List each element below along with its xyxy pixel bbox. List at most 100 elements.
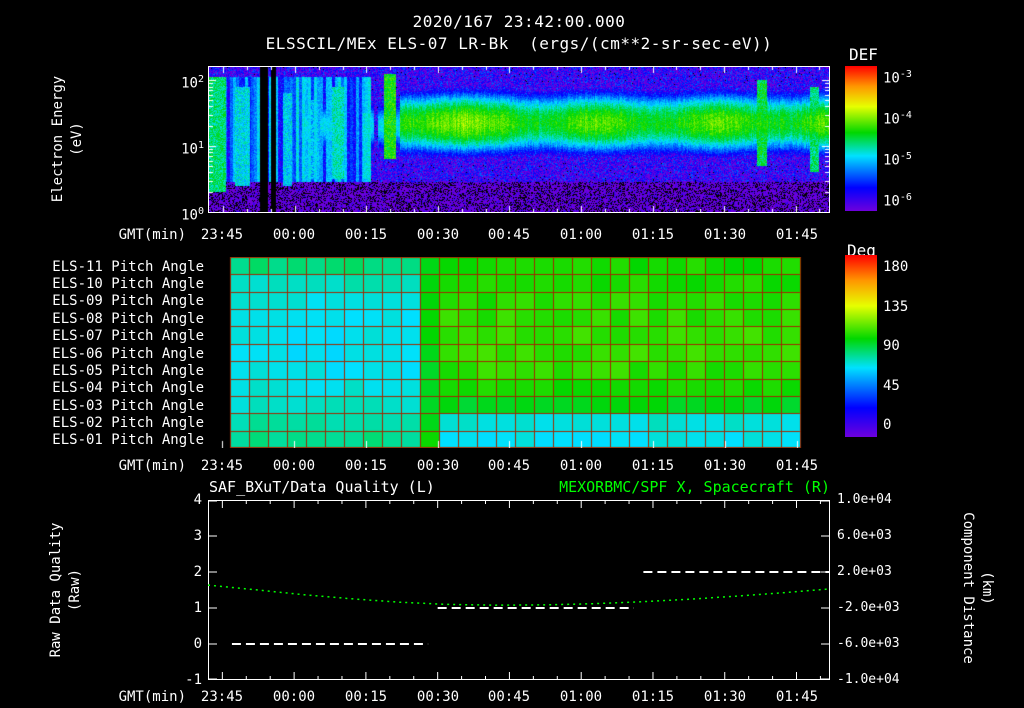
pitch-row-label-els-07: ELS-07 Pitch Angle bbox=[52, 328, 204, 344]
xtick-spectrogram-xaxis-00:45: 00:45 bbox=[487, 227, 531, 243]
xtick-pitch-xaxis-00:00: 00:00 bbox=[272, 458, 316, 474]
power-exponent: 1 bbox=[197, 140, 204, 151]
spectrogram-ytick-10e2: 102 bbox=[150, 71, 204, 93]
quality-ytick-2: 2 bbox=[193, 564, 202, 580]
deg-colorbar-tick-180: 180 bbox=[883, 259, 909, 275]
quality-ytick--1: -1 bbox=[185, 672, 202, 688]
distance-ylabel: Component Distance (km) bbox=[958, 512, 996, 664]
xtick-spectrogram-xaxis-23:45: 23:45 bbox=[200, 227, 244, 243]
pitch-row-label-els-11: ELS-11 Pitch Angle bbox=[52, 259, 204, 275]
distance-ytick-1.0e+04: 1.0e+04 bbox=[837, 492, 892, 507]
gmt-label-pitch-xaxis: GMT(min) bbox=[118, 458, 186, 474]
deg-colorbar-tick-0: 0 bbox=[883, 417, 892, 433]
power-base: 10 bbox=[883, 152, 900, 169]
power-base: 10 bbox=[883, 193, 900, 210]
power-exponent: 2 bbox=[197, 74, 204, 85]
quality-ytick-4: 4 bbox=[193, 492, 202, 508]
quality-ytick-1: 1 bbox=[193, 600, 202, 616]
xtick-spectrogram-xaxis-01:45: 01:45 bbox=[775, 227, 819, 243]
xtick-pitch-xaxis-00:45: 00:45 bbox=[487, 458, 531, 474]
pitch-row-label-els-10: ELS-10 Pitch Angle bbox=[52, 276, 204, 292]
def-colorbar-tick-10e-6: 10-6 bbox=[883, 189, 943, 211]
pitch-angle-heatmap bbox=[208, 257, 830, 448]
pitch-row-label-els-06: ELS-06 Pitch Angle bbox=[52, 346, 204, 362]
quality-ytick-3: 3 bbox=[193, 528, 202, 544]
xtick-quality-xaxis-01:45: 01:45 bbox=[775, 689, 819, 705]
power-base: 10 bbox=[181, 141, 198, 158]
xtick-spectrogram-xaxis-00:30: 00:30 bbox=[416, 227, 460, 243]
plot-screen: 2020/167 23:42:00.000 ELSSCIL/MEx ELS-07… bbox=[0, 0, 1024, 708]
def-colorbar-title: DEF bbox=[849, 45, 878, 64]
bottom-right-title: MEXORBMC/SPF X, Spacecraft (R) bbox=[559, 478, 830, 496]
spectrogram-ylabel-text: Electron Energy bbox=[50, 75, 66, 203]
spectrogram-ylabel: Electron Energy (eV) bbox=[49, 76, 87, 202]
power-base: 10 bbox=[883, 70, 900, 87]
spectrogram-ylabel-units: (eV) bbox=[69, 122, 85, 156]
deg-colorbar-tick-90: 90 bbox=[883, 338, 900, 354]
electron-energy-spectrogram bbox=[209, 67, 829, 212]
power-base: 10 bbox=[181, 75, 198, 92]
xtick-spectrogram-xaxis-01:15: 01:15 bbox=[631, 227, 675, 243]
xtick-pitch-xaxis-01:15: 01:15 bbox=[631, 458, 675, 474]
pitch-row-label-els-03: ELS-03 Pitch Angle bbox=[52, 398, 204, 414]
distance-ytick--2.0e+03: -2.0e+03 bbox=[837, 600, 900, 615]
deg-colorbar bbox=[845, 255, 877, 437]
xtick-spectrogram-xaxis-01:00: 01:00 bbox=[559, 227, 603, 243]
distance-ytick--1.0e+04: -1.0e+04 bbox=[837, 672, 900, 687]
xtick-pitch-xaxis-01:45: 01:45 bbox=[775, 458, 819, 474]
gmt-label-spectrogram-xaxis: GMT(min) bbox=[118, 227, 186, 243]
pitch-row-label-els-09: ELS-09 Pitch Angle bbox=[52, 293, 204, 309]
gmt-label-quality-xaxis: GMT(min) bbox=[118, 689, 186, 705]
xtick-spectrogram-xaxis-00:15: 00:15 bbox=[344, 227, 388, 243]
xtick-quality-xaxis-00:15: 00:15 bbox=[344, 689, 388, 705]
xtick-pitch-xaxis-01:00: 01:00 bbox=[559, 458, 603, 474]
power-exponent: -3 bbox=[899, 69, 912, 80]
pitch-row-label-els-01: ELS-01 Pitch Angle bbox=[52, 432, 204, 448]
distance-ylabel-units: (km) bbox=[979, 571, 995, 605]
distance-ytick-2.0e+03: 2.0e+03 bbox=[837, 564, 892, 579]
pitch-row-label-els-04: ELS-04 Pitch Angle bbox=[52, 380, 204, 396]
def-colorbar bbox=[845, 66, 877, 211]
bottom-left-title: SAF_BXuT/Data Quality (L) bbox=[209, 478, 435, 496]
xtick-quality-xaxis-01:15: 01:15 bbox=[631, 689, 675, 705]
pitch-row-label-els-02: ELS-02 Pitch Angle bbox=[52, 415, 204, 431]
xtick-quality-xaxis-00:45: 00:45 bbox=[487, 689, 531, 705]
plot-subtitle: ELSSCIL/MEx ELS-07 LR-Bk (ergs/(cm**2-sr… bbox=[265, 34, 773, 53]
def-colorbar-tick-10e-4: 10-4 bbox=[883, 107, 943, 129]
quality-ytick-0: 0 bbox=[193, 636, 202, 652]
quality-ylabel-text: Raw Data Quality bbox=[48, 522, 64, 658]
plot-timestamp: 2020/167 23:42:00.000 bbox=[412, 12, 626, 31]
xtick-quality-xaxis-00:30: 00:30 bbox=[416, 689, 460, 705]
xtick-pitch-xaxis-01:30: 01:30 bbox=[703, 458, 747, 474]
pitch-row-label-els-05: ELS-05 Pitch Angle bbox=[52, 363, 204, 379]
xtick-quality-xaxis-23:45: 23:45 bbox=[200, 689, 244, 705]
spectrogram-ytick-10e0: 100 bbox=[150, 203, 204, 225]
xtick-pitch-xaxis-00:15: 00:15 bbox=[344, 458, 388, 474]
quality-ylabel-units: (Raw) bbox=[67, 568, 83, 612]
xtick-spectrogram-xaxis-00:00: 00:00 bbox=[272, 227, 316, 243]
xtick-spectrogram-xaxis-01:30: 01:30 bbox=[703, 227, 747, 243]
spectrogram-ytick-10e1: 101 bbox=[150, 137, 204, 159]
power-exponent: -4 bbox=[899, 110, 912, 121]
power-exponent: -6 bbox=[899, 192, 912, 203]
quality-ylabel: Raw Data Quality (Raw) bbox=[47, 523, 85, 658]
def-colorbar-tick-10e-3: 10-3 bbox=[883, 66, 943, 88]
distance-ylabel-text: Component Distance bbox=[960, 512, 976, 664]
xtick-quality-xaxis-01:30: 01:30 bbox=[703, 689, 747, 705]
deg-colorbar-tick-135: 135 bbox=[883, 299, 909, 315]
xtick-quality-xaxis-01:00: 01:00 bbox=[559, 689, 603, 705]
pitch-row-label-els-08: ELS-08 Pitch Angle bbox=[52, 311, 204, 327]
deg-colorbar-tick-45: 45 bbox=[883, 378, 900, 394]
power-base: 10 bbox=[181, 207, 198, 224]
xtick-quality-xaxis-00:00: 00:00 bbox=[272, 689, 316, 705]
quality-distance-plot bbox=[208, 500, 830, 680]
plot-frame bbox=[208, 500, 830, 680]
xtick-pitch-xaxis-23:45: 23:45 bbox=[200, 458, 244, 474]
xtick-pitch-xaxis-00:30: 00:30 bbox=[416, 458, 460, 474]
power-exponent: -5 bbox=[899, 151, 912, 162]
power-base: 10 bbox=[883, 111, 900, 128]
power-exponent: 0 bbox=[197, 206, 204, 217]
spacecraft-x-curve bbox=[208, 584, 830, 606]
distance-ytick-6.0e+03: 6.0e+03 bbox=[837, 528, 892, 543]
distance-ytick--6.0e+03: -6.0e+03 bbox=[837, 636, 900, 651]
